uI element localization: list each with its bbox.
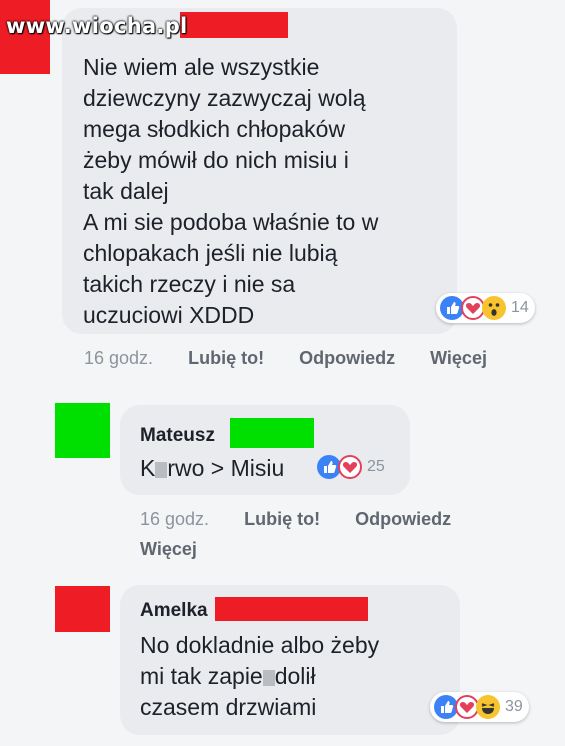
author-surname-redacted xyxy=(230,418,314,448)
reaction-count: 14 xyxy=(511,299,529,316)
censor-pixelation xyxy=(262,670,275,686)
comment-author[interactable]: Mateusz xyxy=(140,425,215,447)
timestamp: 16 godz. xyxy=(84,348,154,368)
avatar-redacted xyxy=(55,586,110,632)
reaction-count: 39 xyxy=(505,698,523,715)
comment-text: Nie wiem ale wszystkie dziewczyny zazwyc… xyxy=(83,54,379,328)
love-icon xyxy=(338,455,362,479)
reply-link[interactable]: Odpowiedz xyxy=(299,348,395,368)
watermark: www.wiocha.pl xyxy=(6,14,188,38)
haha-icon xyxy=(476,695,500,719)
comment-actions-more: Więcej xyxy=(140,539,197,560)
wow-icon xyxy=(482,296,506,320)
like-link[interactable]: Lubię to! xyxy=(244,509,320,529)
more-link[interactable]: Więcej xyxy=(140,539,197,559)
comment-author[interactable]: Amelka xyxy=(140,600,208,622)
comment-actions: 16 godz. Lubię to! Odpowiedz xyxy=(140,509,451,530)
comment-text: Krwo > Misiu xyxy=(140,455,285,481)
censor-pixelation xyxy=(155,462,168,478)
reactions-summary[interactable]: 25 xyxy=(313,452,391,482)
author-surname-redacted xyxy=(215,597,368,621)
reply-link[interactable]: Odpowiedz xyxy=(355,509,451,529)
timestamp: 16 godz. xyxy=(140,509,210,529)
reactions-summary[interactable]: 39 xyxy=(430,692,529,722)
more-link[interactable]: Więcej xyxy=(430,348,487,368)
reactions-summary[interactable]: 14 xyxy=(436,293,535,323)
author-name-redacted xyxy=(180,12,288,38)
reaction-count: 25 xyxy=(367,458,385,475)
like-link[interactable]: Lubię to! xyxy=(188,348,264,368)
avatar-redacted xyxy=(55,403,110,458)
comment-actions: 16 godz. Lubię to! Odpowiedz Więcej xyxy=(84,348,487,369)
comment-text: No dokladnie albo żeby mi tak zapie dolił… xyxy=(140,632,380,720)
